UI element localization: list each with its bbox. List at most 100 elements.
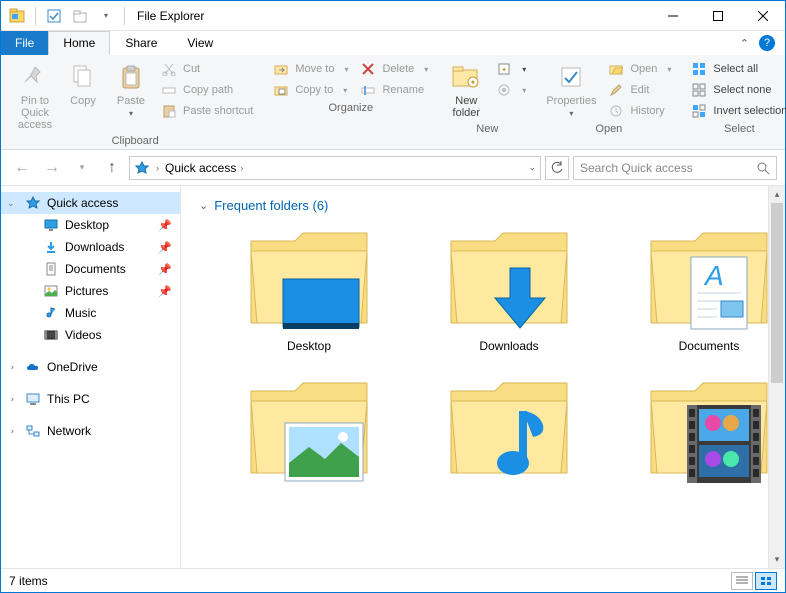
properties-button[interactable]: Properties ▾ [542, 59, 600, 120]
expand-icon[interactable]: ⌄ [7, 198, 15, 209]
large-icons-view-button[interactable] [755, 572, 777, 590]
svg-text:A: A [703, 260, 724, 291]
quick-access-star-icon [134, 160, 150, 176]
folder-icon-documents: A [645, 223, 773, 333]
folder-tile-documents[interactable]: A Documents [619, 223, 785, 353]
tree-music[interactable]: Music [1, 302, 180, 324]
organize-group: Move to▾ Copy to▾ Delete▾ Rename Organiz… [263, 59, 438, 147]
ribbon-collapse-icon[interactable]: ⌃ [740, 37, 749, 50]
move-to-button[interactable]: Move to▾ [269, 59, 352, 79]
home-tab[interactable]: Home [48, 31, 110, 55]
refresh-button[interactable] [545, 156, 569, 180]
select-none-button[interactable]: Select none [687, 80, 786, 100]
status-bar: 7 items [1, 568, 785, 592]
expand-icon[interactable]: ⌄ [5, 427, 16, 435]
address-dropdown-icon[interactable]: ⌄ [528, 162, 536, 173]
tree-desktop[interactable]: Desktop📌 [1, 214, 180, 236]
svg-text:✦: ✦ [470, 78, 477, 87]
close-button[interactable] [740, 1, 785, 30]
documents-icon [43, 261, 59, 277]
edit-button[interactable]: Edit [604, 80, 675, 100]
recent-locations-dropdown[interactable]: ▾ [69, 155, 95, 181]
folder-tile-music[interactable] [419, 373, 599, 483]
navigation-pane: ⌄ Quick access Desktop📌 Downloads📌 Docum… [1, 186, 181, 568]
scroll-down-button[interactable]: ▾ [769, 551, 785, 568]
copy-path-icon [161, 82, 177, 98]
copy-button[interactable]: Copy [61, 59, 105, 109]
back-button[interactable]: ← [9, 155, 35, 181]
rename-button[interactable]: Rename [356, 80, 432, 100]
open-button[interactable]: Open▾ [604, 59, 675, 79]
tree-videos[interactable]: Videos [1, 324, 180, 346]
copy-path-button[interactable]: Copy path [157, 80, 257, 100]
up-button[interactable]: ↑ [99, 155, 125, 181]
ribbon: Pin to Quick access Copy Paste ▾ Cut Cop… [1, 55, 785, 150]
expand-icon[interactable]: ⌄ [5, 395, 16, 403]
select-all-button[interactable]: Select all [687, 59, 786, 79]
open-group: Properties ▾ Open▾ Edit History Open [536, 59, 681, 147]
tree-pictures[interactable]: Pictures📌 [1, 280, 180, 302]
explorer-app-icon[interactable] [5, 5, 29, 27]
minimize-button[interactable] [650, 1, 695, 30]
cut-button[interactable]: Cut [157, 59, 257, 79]
tree-network[interactable]: ⌄Network [1, 420, 180, 442]
cut-icon [161, 61, 177, 77]
file-tab[interactable]: File [1, 31, 48, 55]
search-box[interactable]: Search Quick access [573, 156, 777, 180]
scroll-up-button[interactable]: ▴ [769, 186, 785, 203]
desktop-icon [43, 217, 59, 233]
tree-downloads[interactable]: Downloads📌 [1, 236, 180, 258]
new-folder-button[interactable]: ✦ New folder [444, 59, 488, 121]
details-view-button[interactable] [731, 572, 753, 590]
pin-icon: 📌 [158, 241, 172, 254]
folder-tile-pictures[interactable] [219, 373, 399, 483]
qat-new-folder-icon[interactable] [68, 5, 92, 27]
tree-quick-access[interactable]: ⌄ Quick access [1, 192, 180, 214]
help-icon[interactable]: ? [759, 35, 775, 51]
maximize-button[interactable] [695, 1, 740, 30]
view-tab[interactable]: View [172, 31, 228, 55]
videos-icon [43, 327, 59, 343]
easy-access-button[interactable]: ▾ [492, 80, 530, 100]
vertical-scrollbar[interactable]: ▴ ▾ [768, 186, 785, 568]
qat-customize-dropdown[interactable]: ▾ [94, 5, 118, 27]
qat-properties-icon[interactable] [42, 5, 66, 27]
easy-access-icon [496, 82, 512, 98]
folder-icon-videos [645, 373, 773, 483]
tree-this-pc[interactable]: ⌄This PC [1, 388, 180, 410]
copy-to-icon [273, 82, 289, 98]
new-folder-icon: ✦ [450, 61, 482, 93]
new-item-button[interactable]: ✦▾ [492, 59, 530, 79]
share-tab[interactable]: Share [110, 31, 172, 55]
scroll-thumb[interactable] [771, 203, 783, 383]
downloads-icon [43, 239, 59, 255]
tree-onedrive[interactable]: ⌄OneDrive [1, 356, 180, 378]
forward-button[interactable]: → [39, 155, 65, 181]
paste-shortcut-icon [161, 103, 177, 119]
address-bar[interactable]: › Quick access› ⌄ [129, 156, 541, 180]
select-group: Select all Select none Invert selection … [681, 59, 786, 147]
breadcrumb-segment[interactable]: Quick access› [165, 161, 243, 175]
tree-documents[interactable]: Documents📌 [1, 258, 180, 280]
delete-button[interactable]: Delete▾ [356, 59, 432, 79]
move-to-icon [273, 61, 289, 77]
invert-selection-button[interactable]: Invert selection [687, 101, 786, 121]
svg-text:✦: ✦ [501, 66, 507, 74]
properties-icon [555, 61, 587, 93]
content-pane: ⌄ Frequent folders (6) Desktop Downloads [181, 186, 785, 568]
folder-tile-videos[interactable] [619, 373, 785, 483]
section-header[interactable]: ⌄ Frequent folders (6) [199, 196, 767, 223]
pin-icon [19, 61, 51, 93]
search-icon [756, 161, 770, 175]
history-button[interactable]: History [604, 101, 675, 121]
copy-to-button[interactable]: Copy to▾ [269, 80, 352, 100]
chevron-down-icon: ⌄ [199, 199, 208, 212]
paste-shortcut-button[interactable]: Paste shortcut [157, 101, 257, 121]
paste-button[interactable]: Paste ▾ [109, 59, 153, 120]
pin-to-quick-access-button[interactable]: Pin to Quick access [13, 59, 57, 133]
star-icon [25, 195, 41, 211]
folder-tile-desktop[interactable]: Desktop [219, 223, 399, 353]
folder-tile-downloads[interactable]: Downloads [419, 223, 599, 353]
expand-icon[interactable]: ⌄ [5, 363, 16, 371]
quick-access-toolbar: ▾ [1, 5, 133, 27]
